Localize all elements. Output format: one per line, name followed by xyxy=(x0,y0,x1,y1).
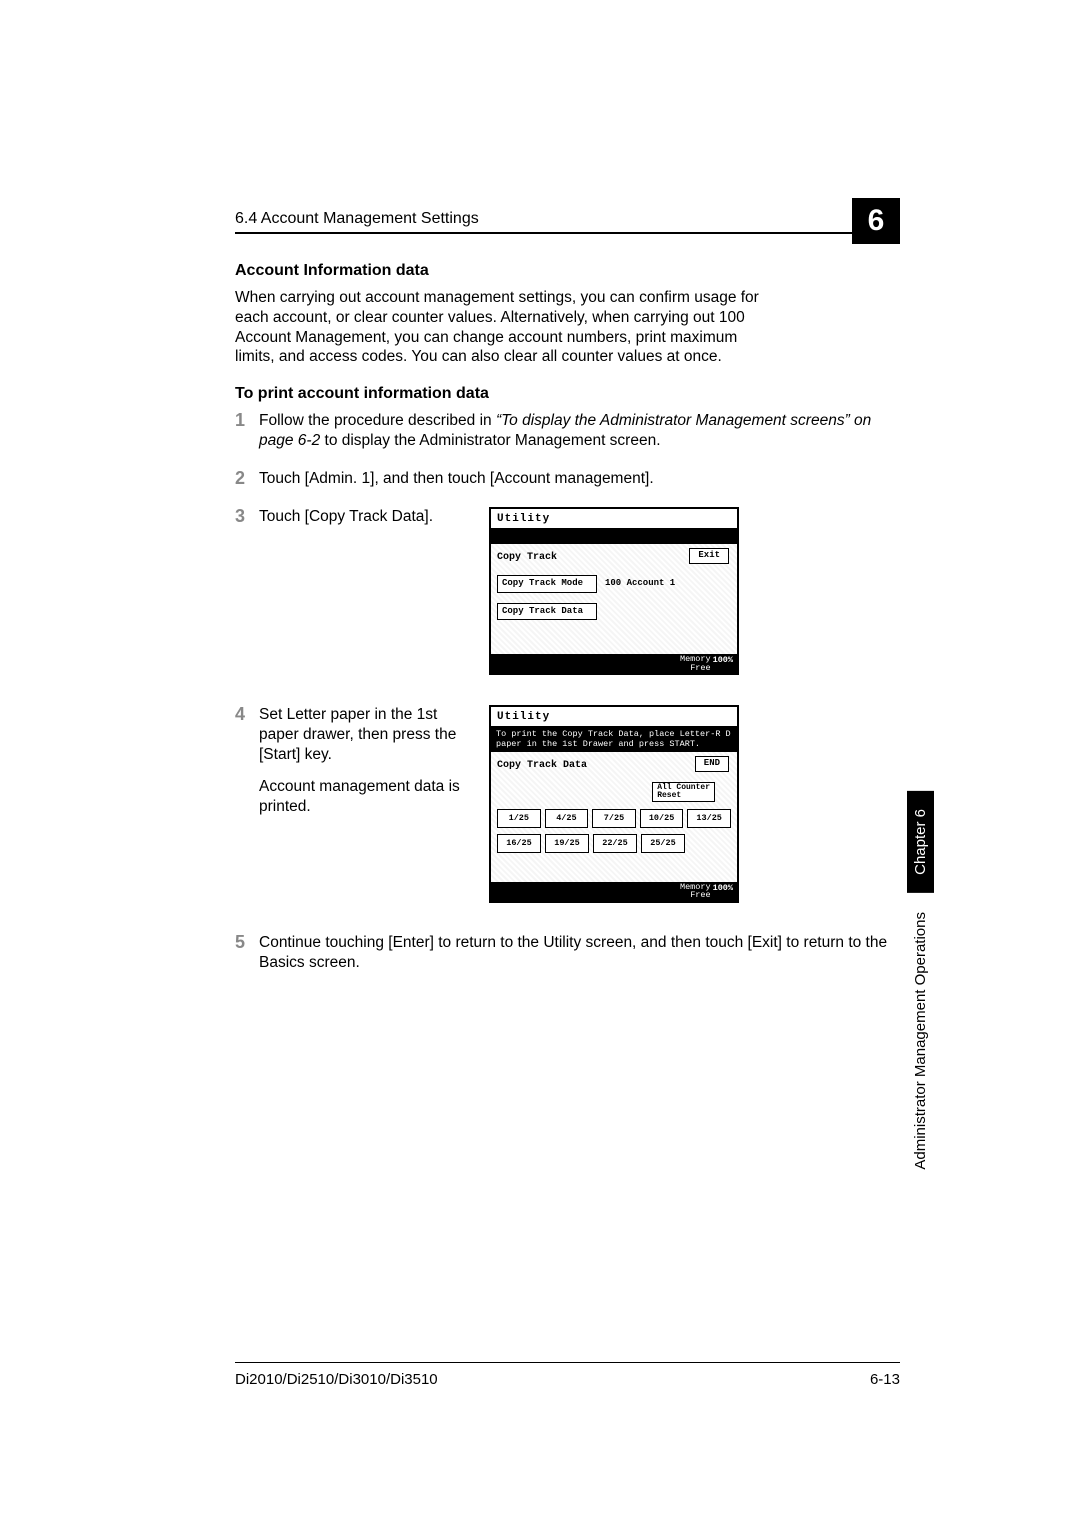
intro-paragraph: When carrying out account management set… xyxy=(235,288,765,367)
page-cell[interactable]: 4/25 xyxy=(545,809,589,828)
page-cell-empty xyxy=(689,834,727,853)
page-cell[interactable]: 10/25 xyxy=(640,809,684,828)
step-number: 1 xyxy=(235,411,259,431)
page-header: 6.4 Account Management Settings xyxy=(235,210,900,234)
step-number: 4 xyxy=(235,705,259,725)
lcd-body: Copy Track Data END All Counter Reset 1/… xyxy=(491,752,737,882)
lcd-section-label: Copy Track Data xyxy=(497,760,587,771)
step-1-pre: Follow the procedure described in xyxy=(259,412,496,429)
page-cell[interactable]: 19/25 xyxy=(545,834,589,853)
page-cell[interactable]: 16/25 xyxy=(497,834,541,853)
lcd-section-label: Copy Track xyxy=(497,552,557,563)
memory-free-label: Memory Free xyxy=(680,655,711,672)
memory-free-value: 100% xyxy=(713,883,733,900)
lcd-message-bar xyxy=(491,529,737,544)
lcd-screen-2: Utility To print the Copy Track Data, pl… xyxy=(489,705,739,903)
subheading-account-info: Account Information data xyxy=(235,262,900,280)
page-grid-row-2: 16/25 19/25 22/25 25/25 xyxy=(497,834,731,853)
step-1-post: to display the Administrator Management … xyxy=(320,432,660,449)
chapter-number-badge: 6 xyxy=(852,198,900,244)
memory-free-label: Memory Free xyxy=(680,883,711,900)
section-heading: 6.4 Account Management Settings xyxy=(235,210,479,228)
side-chapter-label: Chapter 6 xyxy=(907,791,934,893)
step-number: 3 xyxy=(235,507,259,527)
page-footer: Di2010/Di2510/Di3010/Di3510 6-13 xyxy=(235,1362,900,1388)
step-number: 5 xyxy=(235,933,259,953)
step-number: 2 xyxy=(235,469,259,489)
side-section-label: Administrator Management Operations xyxy=(912,912,929,1170)
exit-button[interactable]: Exit xyxy=(689,548,729,564)
memory-free-value: 100% xyxy=(713,655,733,672)
lcd-footer: Memory Free 100% xyxy=(491,882,737,901)
step-2: 2 Touch [Admin. 1], and then touch [Acco… xyxy=(235,469,900,489)
lcd-title: Utility xyxy=(491,509,737,529)
copy-track-data-button[interactable]: Copy Track Data xyxy=(497,603,597,621)
lcd-title: Utility xyxy=(491,707,737,727)
step-list: 1 Follow the procedure described in “To … xyxy=(235,411,900,972)
lcd-footer: Memory Free 100% xyxy=(491,654,737,673)
side-tab: Chapter 6 Administrator Management Opera… xyxy=(906,700,934,1170)
copy-track-mode-button[interactable]: Copy Track Mode xyxy=(497,575,597,593)
subheading-print-info: To print account information data xyxy=(235,385,900,403)
step-body: Continue touching [Enter] to return to t… xyxy=(259,933,900,973)
page-cell[interactable]: 13/25 xyxy=(687,809,731,828)
page-cell[interactable]: 22/25 xyxy=(593,834,637,853)
lcd-screen-1: Utility Copy Track Exit Copy Track Mode … xyxy=(489,507,739,675)
step-5: 5 Continue touching [Enter] to return to… xyxy=(235,933,900,973)
page-cell[interactable]: 7/25 xyxy=(592,809,636,828)
step-1: 1 Follow the procedure described in “To … xyxy=(235,411,900,451)
step-4: 4 Set Letter paper in the 1st paper draw… xyxy=(235,705,900,903)
model-label: Di2010/Di2510/Di3010/Di3510 xyxy=(235,1371,438,1388)
account-label: 100 Account 1 xyxy=(605,578,675,590)
end-button[interactable]: END xyxy=(695,756,729,772)
page: 6.4 Account Management Settings 6 Accoun… xyxy=(0,0,1080,1528)
step-body: Follow the procedure described in “To di… xyxy=(259,411,900,451)
all-counter-reset-button[interactable]: All Counter Reset xyxy=(652,782,715,802)
step-4-p1: Set Letter paper in the 1st paper drawer… xyxy=(259,705,469,764)
lcd-message-bar: To print the Copy Track Data, place Lett… xyxy=(491,727,737,752)
page-grid-row-1: 1/25 4/25 7/25 10/25 13/25 xyxy=(497,809,731,828)
step-4-p2: Account management data is printed. xyxy=(259,777,469,817)
step-3-text: Touch [Copy Track Data]. xyxy=(259,507,469,527)
page-number: 6-13 xyxy=(870,1371,900,1388)
page-cell[interactable]: 25/25 xyxy=(641,834,685,853)
step-body: Touch [Admin. 1], and then touch [Accoun… xyxy=(259,469,900,489)
step-3: 3 Touch [Copy Track Data]. Utility Copy … xyxy=(235,507,900,675)
page-cell[interactable]: 1/25 xyxy=(497,809,541,828)
lcd-body: Copy Track Exit Copy Track Mode 100 Acco… xyxy=(491,544,737,654)
